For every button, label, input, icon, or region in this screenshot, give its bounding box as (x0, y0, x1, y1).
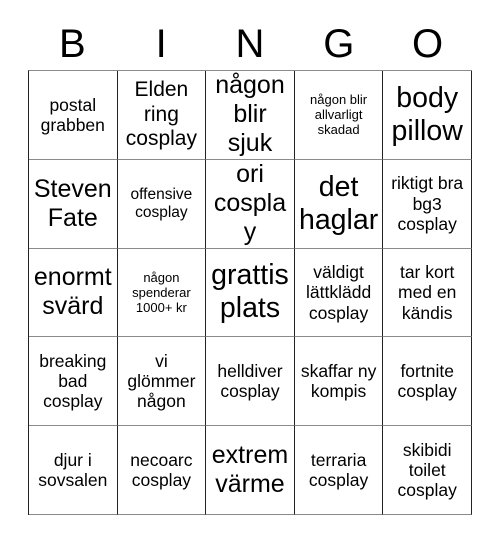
bingo-cell-r1-c3[interactable]: någon blir sjuk (206, 71, 295, 160)
bingo-cell-label: breaking bad cosplay (39, 350, 107, 412)
bingo-cell-r2-c1[interactable]: Steven Fate (29, 159, 118, 249)
bingo-cell-label: det haglar (298, 170, 379, 236)
bingo-cell-label: någon blir allvarligt skadad (310, 92, 368, 138)
bingo-header-letter-b: B (59, 22, 86, 66)
bingo-cell-label: ori cosplay (213, 160, 287, 247)
bingo-header-letter-o: O (412, 22, 444, 66)
bingo-cell-label: fortnite cosplay (397, 360, 457, 402)
bingo-card: B I N G O postal grabben Elden ring cospl… (0, 0, 500, 544)
bingo-cell-label: necoarc cosplay (130, 449, 193, 491)
bingo-cell-label: riktigt bra bg3 cosplay (391, 173, 464, 234)
bingo-cell-label: Steven Fate (33, 174, 112, 232)
bingo-cell-label: djur i sovsalen (38, 449, 108, 491)
bingo-cell-label: väldigt lättklädd cosplay (306, 262, 372, 323)
bingo-cell-r4-c4[interactable]: skaffar ny kompis (294, 337, 384, 427)
bingo-cell-label: offensive cosplay (130, 185, 193, 221)
bingo-cell-r5-c4[interactable]: terraria cosplay (294, 426, 384, 515)
bingo-cell-label: grattis plats (211, 259, 289, 325)
bingo-cell-label: skaffar ny kompis (300, 360, 377, 402)
bingo-header-letter-g: G (323, 22, 355, 66)
bingo-cell-r2-c4[interactable]: det haglar (294, 159, 384, 249)
bingo-cell-label: Elden ring cosplay (125, 78, 197, 151)
bingo-cell-r1-c5[interactable]: body pillow (383, 71, 472, 160)
bingo-cell-r4-c3[interactable]: helldiver cosplay (206, 337, 295, 427)
bingo-cell-label: body pillow (391, 81, 463, 147)
bingo-cell-r3-c2[interactable]: någon spenderar 1000+ kr (117, 248, 207, 338)
bingo-cell-r5-c5[interactable]: skibidi toilet cosplay (383, 426, 472, 515)
bingo-cell-label: någon blir sjuk (215, 71, 285, 158)
bingo-cell-label: någon spenderar 1000+ kr (132, 269, 191, 316)
bingo-header-row: B I N G O (28, 18, 472, 70)
bingo-cell-label: postal grabben (40, 94, 105, 135)
bingo-grid: postal grabben Elden ring cosplay någon bl… (28, 70, 472, 515)
bingo-cell-label: vi glömmer någon (127, 350, 196, 412)
bingo-header-letter-i: I (155, 22, 167, 66)
bingo-cell-label: tar kort med en kändis (398, 262, 457, 323)
bingo-cell-r3-c1[interactable]: enormt svärd (29, 248, 118, 338)
bingo-cell-r2-c5[interactable]: riktigt bra bg3 cosplay (383, 159, 472, 249)
bingo-header-letter-n: N (235, 22, 265, 66)
bingo-cell-r3-c5[interactable]: tar kort med en kändis (383, 248, 472, 338)
bingo-cell-label: helldiver cosplay (217, 360, 283, 402)
bingo-cell-r3-c3[interactable]: grattis plats (206, 248, 295, 338)
bingo-cell-r5-c2[interactable]: necoarc cosplay (117, 426, 207, 515)
bingo-cell-r4-c1[interactable]: breaking bad cosplay (29, 337, 118, 427)
bingo-cell-r1-c4[interactable]: någon blir allvarligt skadad (294, 71, 384, 160)
bingo-cell-label: extrem värme (211, 441, 289, 499)
bingo-cell-r1-c2[interactable]: Elden ring cosplay (117, 71, 207, 160)
bingo-cell-r1-c1[interactable]: postal grabben (29, 71, 118, 160)
bingo-cell-r5-c1[interactable]: djur i sovsalen (29, 426, 118, 515)
bingo-cell-r2-c3[interactable]: ori cosplay (206, 159, 295, 249)
bingo-cell-label: terraria cosplay (308, 449, 369, 491)
bingo-cell-label: enormt svärd (33, 263, 112, 321)
bingo-cell-label: skibidi toilet cosplay (397, 439, 457, 501)
bingo-cell-r4-c2[interactable]: vi glömmer någon (117, 337, 207, 427)
bingo-cell-r5-c3[interactable]: extrem värme (206, 426, 295, 515)
bingo-cell-r2-c2[interactable]: offensive cosplay (117, 159, 207, 249)
bingo-cell-r3-c4[interactable]: väldigt lättklädd cosplay (294, 248, 384, 338)
bingo-cell-r4-c5[interactable]: fortnite cosplay (383, 337, 472, 427)
